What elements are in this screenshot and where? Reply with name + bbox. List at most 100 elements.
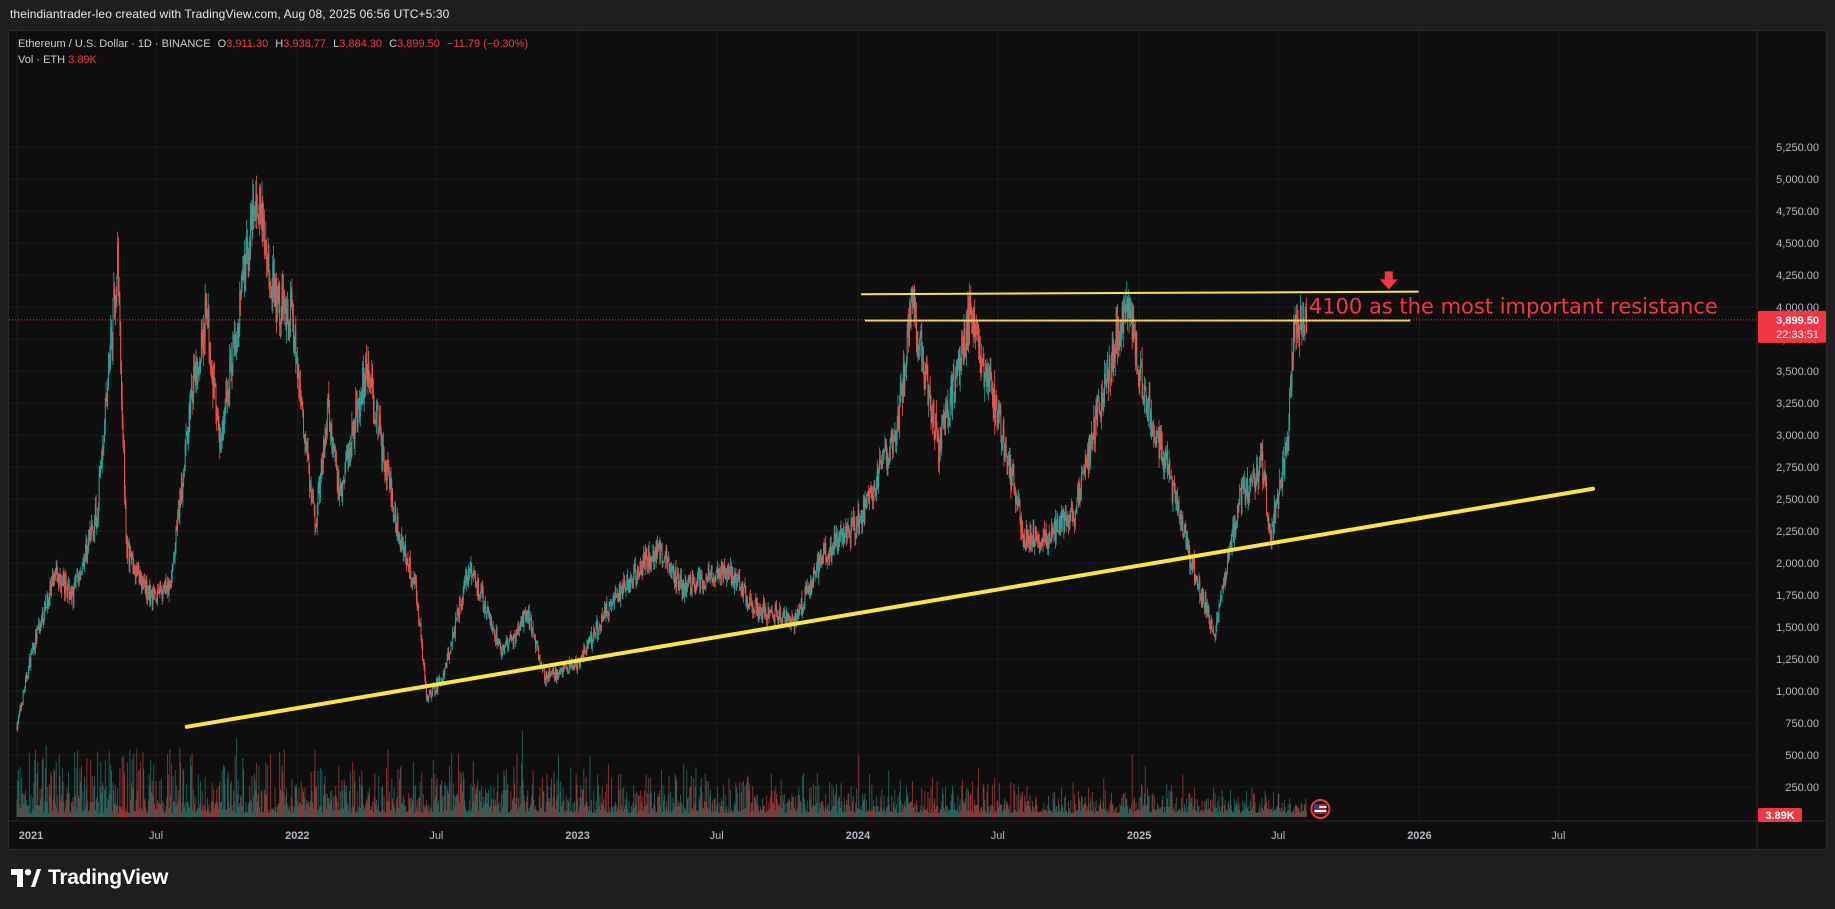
volume-bar — [494, 805, 496, 817]
candle-body — [786, 611, 788, 620]
candle-body — [880, 463, 882, 470]
candle-body — [741, 583, 743, 595]
volume-bar — [975, 805, 976, 817]
candle-body — [427, 696, 429, 702]
volume-bar — [102, 785, 104, 817]
candle-body — [1118, 341, 1120, 348]
candle-body — [632, 581, 634, 585]
candle-body — [704, 586, 706, 589]
volume-bar — [1124, 792, 1126, 817]
price-chart[interactable]: 250.00500.00750.001,000.001,250.001,500.… — [9, 31, 1826, 849]
volume-bar — [588, 806, 590, 817]
volume-bar — [634, 807, 635, 817]
volume-bar — [433, 800, 435, 817]
volume-bar — [712, 800, 714, 817]
candle-body — [1164, 453, 1166, 468]
candle-body — [718, 569, 720, 578]
volume-bar — [585, 777, 587, 817]
volume-bar — [516, 753, 518, 817]
volume-bar — [332, 809, 334, 817]
volume-bar — [214, 803, 216, 817]
volume-bar — [1044, 810, 1046, 817]
candle-body — [351, 425, 353, 456]
volume-bar — [77, 750, 79, 817]
candle-body — [1067, 520, 1069, 528]
candle-body — [808, 586, 810, 593]
volume-bar — [1028, 806, 1030, 817]
volume-bar — [438, 812, 440, 817]
volume-bar — [1113, 812, 1115, 817]
candle-body — [786, 611, 788, 621]
candle-body — [1177, 497, 1178, 512]
candle-body — [1067, 520, 1069, 522]
candle-body — [1286, 447, 1288, 453]
volume-bar — [925, 810, 927, 817]
candle-body — [474, 573, 476, 578]
candle-body — [1079, 485, 1081, 500]
candle-body — [643, 552, 645, 560]
candle-body — [377, 405, 379, 432]
volume-bar — [222, 809, 224, 817]
volume-bar — [849, 811, 851, 817]
candle-body — [1204, 596, 1206, 610]
candle-body — [486, 606, 488, 614]
volume-bar — [783, 793, 785, 817]
volume-bar — [822, 800, 824, 817]
candle-body — [287, 311, 289, 327]
candle-body — [233, 342, 235, 346]
volume-bar — [586, 801, 588, 817]
volume-bar — [962, 779, 963, 817]
candle-body — [836, 533, 837, 542]
volume-bar — [670, 811, 672, 817]
candle-body — [634, 564, 636, 579]
volume-label[interactable]: Vol · ETH — [18, 54, 65, 66]
candle-body — [652, 548, 654, 562]
volume-bar — [805, 809, 807, 817]
candle-body — [898, 408, 900, 431]
candle-body — [827, 554, 829, 559]
volume-bar — [378, 775, 380, 817]
volume-bar — [1061, 787, 1062, 817]
candle-body — [1190, 563, 1192, 569]
volume-bar — [693, 778, 695, 817]
volume-bar — [1190, 802, 1192, 817]
volume-bar — [509, 811, 511, 817]
candle-body — [508, 640, 510, 645]
volume-bar — [731, 809, 733, 817]
volume-bar — [244, 812, 246, 817]
candle-body — [89, 527, 91, 536]
symbol-label[interactable]: Ethereum / U.S. Dollar · 1D · BINANCE — [18, 38, 211, 50]
volume-bar — [431, 777, 433, 817]
candle-body — [1128, 301, 1130, 318]
volume-bar — [779, 795, 781, 817]
volume-bar — [183, 806, 185, 817]
volume-bar — [595, 800, 597, 817]
candle-body — [1105, 381, 1107, 388]
volume-bar — [658, 796, 660, 817]
volume-bar — [1021, 791, 1023, 817]
volume-bar — [1005, 808, 1006, 817]
chart-panel[interactable]: Ethereum / U.S. Dollar · 1D · BINANCE O3… — [8, 30, 1827, 850]
candle-body — [1082, 471, 1084, 473]
volume-bar — [964, 804, 966, 817]
volume-bar — [1190, 798, 1192, 817]
candle-body — [902, 386, 903, 403]
candle-body — [1234, 521, 1236, 532]
candle-body — [78, 573, 80, 583]
volume-bar — [891, 795, 893, 817]
volume-bar — [154, 803, 155, 817]
volume-bar — [766, 795, 768, 817]
candle-body — [261, 200, 263, 227]
volume-bar — [424, 808, 426, 817]
volume-bar — [997, 800, 999, 817]
candle-body — [1008, 454, 1009, 465]
candle-body — [152, 593, 154, 604]
candle-body — [563, 664, 565, 668]
candle-body — [458, 612, 460, 620]
volume-bar — [1053, 799, 1055, 817]
volume-bar — [837, 800, 839, 817]
candle-body — [265, 241, 267, 250]
candle-body — [87, 539, 89, 551]
volume-bar — [368, 794, 370, 817]
candle-body — [1134, 335, 1136, 358]
